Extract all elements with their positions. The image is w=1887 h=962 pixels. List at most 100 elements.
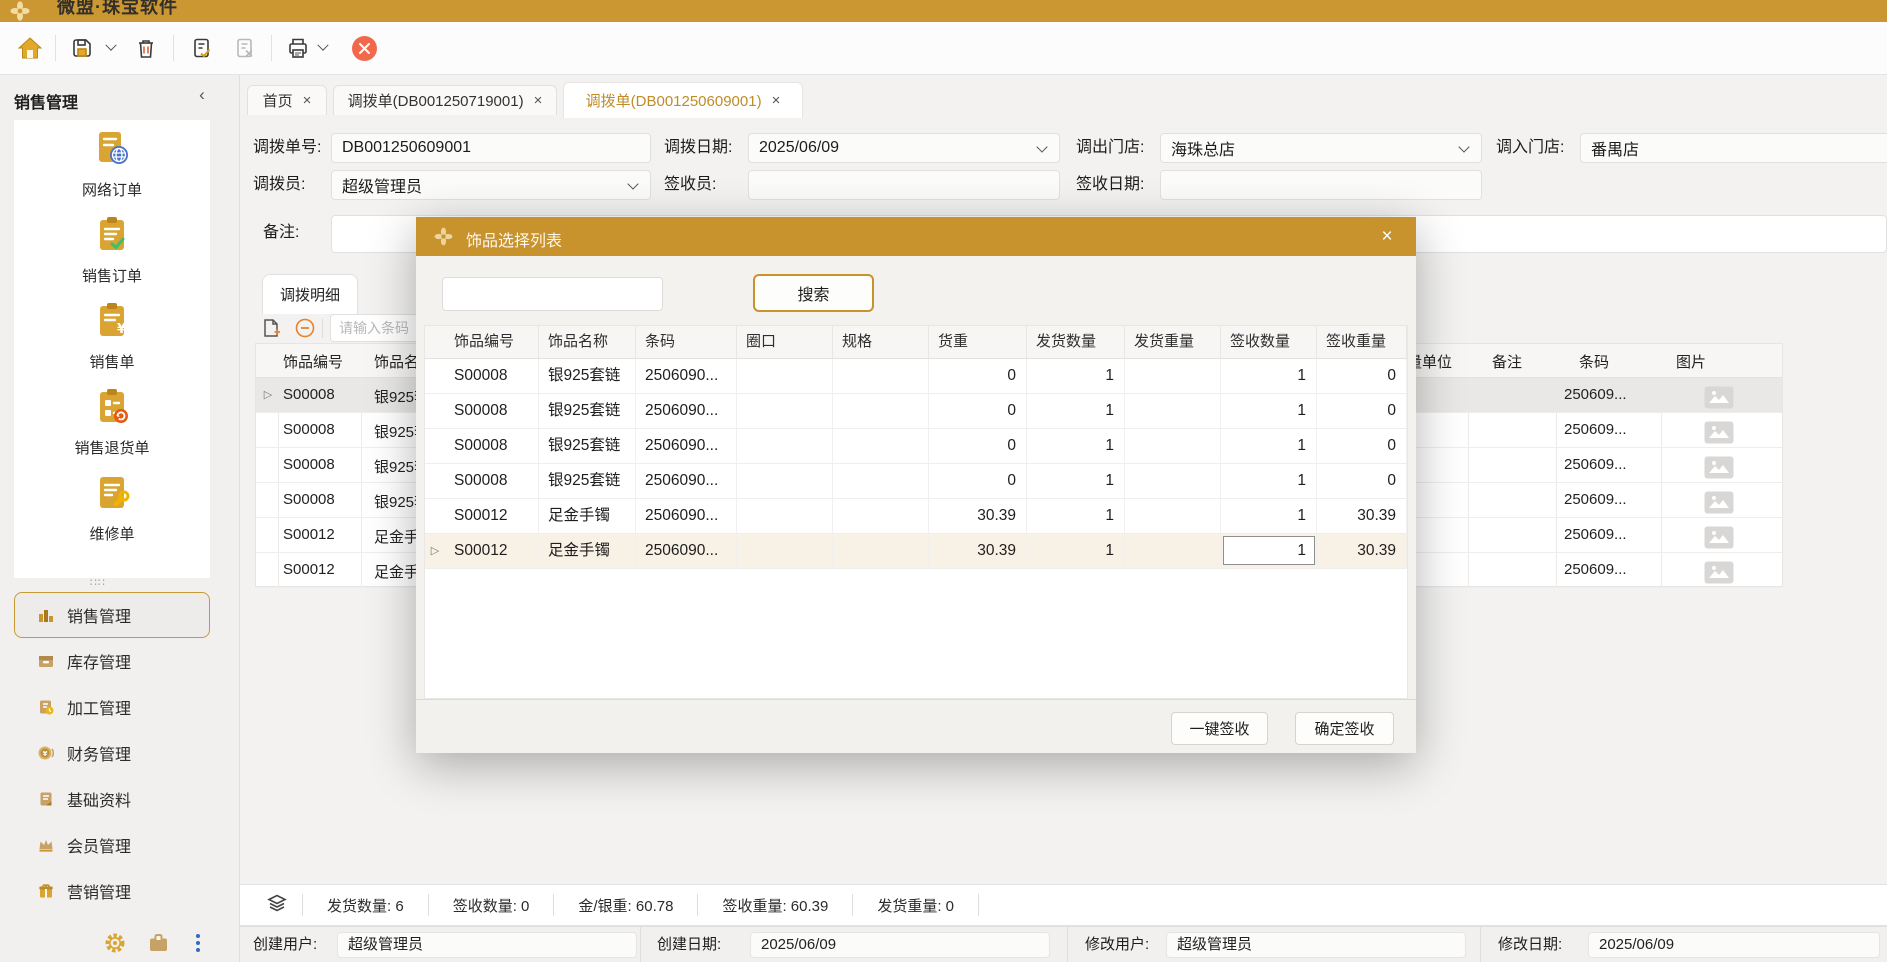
dialog-table-row[interactable]: S00012 足金手镯 2506090... 30.39 1 1 30.39 — [425, 499, 1407, 534]
toolbar-separator — [55, 35, 56, 61]
transfer-no-label: 调拨单号: — [253, 133, 321, 163]
gear-icon[interactable] — [104, 932, 126, 959]
print-dropdown-button[interactable] — [312, 32, 334, 64]
sidebar-item-marketing-mgmt[interactable]: 营销管理 — [14, 868, 210, 914]
dialog-table-row[interactable]: S00008 银925套链 2506090... 0 1 1 0 — [425, 429, 1407, 464]
item-select-dialog: 饰品选择列表 × 搜索 饰品编号 饰品名称 条码 圈口 规格 货重 发货数量 发… — [416, 217, 1416, 753]
expander-icon[interactable]: ▷ — [260, 388, 276, 401]
from-store-label: 调出门店: — [1076, 133, 1144, 163]
recv-qty-edit-field[interactable]: 1 — [1223, 536, 1315, 565]
add-row-icon[interactable] — [260, 317, 282, 339]
sidebar-item-repair-order[interactable]: 维修单 — [14, 464, 210, 550]
dialog-table-header: 饰品编号 饰品名称 条码 圈口 规格 货重 发货数量 发货重量 签收数量 签收重… — [425, 326, 1407, 359]
delete-button[interactable] — [130, 32, 162, 64]
chevron-down-icon — [105, 40, 116, 51]
dialog-close-icon[interactable]: × — [1374, 225, 1400, 249]
receiver-field[interactable] — [748, 170, 1060, 200]
dialog-table-row[interactable]: S00008 银925套链 2506090... 0 1 1 0 — [425, 394, 1407, 429]
image-thumbnail-icon[interactable] — [1704, 526, 1734, 553]
confirm-sign-button[interactable]: 确定签收 — [1295, 712, 1394, 745]
sidebar-item-label: 营销管理 — [67, 879, 131, 903]
to-store-field[interactable] — [1580, 133, 1887, 163]
receive-date-field[interactable] — [1160, 170, 1482, 200]
audit-confirm-button[interactable] — [186, 32, 218, 64]
transfer-date-field[interactable] — [748, 133, 1060, 163]
tab-label: 调拨单(DB001250609001) — [586, 90, 762, 111]
transfer-no-field[interactable] — [331, 133, 651, 163]
sidebar: 销售管理 ‹ 网络订单 销售订单 ¥ 销售单 — [0, 75, 240, 962]
image-thumbnail-icon[interactable] — [1704, 561, 1734, 588]
network-order-icon — [90, 127, 134, 176]
sidebar-collapse-button[interactable]: ‹ — [190, 85, 214, 109]
close-icon[interactable]: × — [303, 93, 312, 108]
expander-icon[interactable]: ▷ — [425, 534, 445, 569]
tab-transfer-1[interactable]: 调拨单(DB001250719001) × — [333, 85, 557, 115]
tab-home[interactable]: 首页 × — [247, 85, 327, 115]
audit-cancel-button[interactable] — [229, 32, 261, 64]
sidebar-item-label: 销售订单 — [82, 265, 142, 286]
image-thumbnail-icon[interactable] — [1704, 491, 1734, 518]
more-options-icon[interactable] — [194, 932, 202, 959]
sidebar-item-label: 会员管理 — [67, 833, 131, 857]
sidebar-item-sales-slip[interactable]: ¥ 销售单 — [14, 292, 210, 378]
summary-recv-qty: 签收数量: 0 — [429, 895, 554, 916]
briefcase-icon[interactable] — [148, 933, 169, 958]
title-bar: 微盟·珠宝软件 — [0, 0, 1887, 22]
sidebar-item-inventory-mgmt[interactable]: 库存管理 — [14, 638, 210, 684]
dialog-search-input[interactable] — [442, 277, 663, 311]
image-thumbnail-icon[interactable] — [1704, 456, 1734, 483]
sidebar-item-finance-mgmt[interactable]: ¥ 财务管理 — [14, 730, 210, 776]
to-store-label: 调入门店: — [1496, 133, 1564, 163]
summary-recv-weight: 签收重量: 60.39 — [698, 895, 852, 916]
one-click-sign-button[interactable]: 一键签收 — [1171, 712, 1268, 745]
image-thumbnail-icon[interactable] — [1704, 421, 1734, 448]
remove-row-icon[interactable] — [294, 317, 316, 339]
save-dropdown-button[interactable] — [100, 32, 122, 64]
sales-order-icon — [90, 213, 134, 262]
dialog-titlebar[interactable]: 饰品选择列表 × — [416, 217, 1416, 256]
sidebar-item-sales-return[interactable]: 销售退货单 — [14, 378, 210, 464]
created-date-label: 创建日期: — [657, 932, 721, 958]
col-header: 货重 — [929, 326, 1027, 359]
box-icon — [37, 652, 55, 670]
sidebar-item-network-order[interactable]: 网络订单 — [14, 120, 210, 206]
sidebar-item-basic-data[interactable]: 基础资料 — [14, 776, 210, 822]
dialog-table-row[interactable]: S00008 银925套链 2506090... 0 1 1 0 — [425, 464, 1407, 499]
sidebar-item-member-mgmt[interactable]: 会员管理 — [14, 822, 210, 868]
dialog-table-row[interactable]: S00008 银925套链 2506090... 0 1 1 0 — [425, 359, 1407, 394]
close-window-button[interactable] — [348, 32, 380, 64]
tab-label: 首页 — [263, 90, 293, 111]
dialog-search-button[interactable]: 搜索 — [753, 274, 874, 312]
print-button[interactable] — [282, 32, 314, 64]
col-header: 圈口 — [737, 326, 833, 359]
sidebar-shortcut-panel: 网络订单 销售订单 ¥ 销售单 销售退货单 — [14, 120, 210, 578]
coin-icon: ¥ — [37, 744, 55, 762]
crown-icon — [37, 836, 55, 854]
image-thumbnail-icon[interactable] — [1704, 386, 1734, 413]
close-icon[interactable]: × — [772, 93, 781, 108]
dialog-footer: 一键签收 确定签收 — [416, 699, 1416, 753]
sidebar-item-processing-mgmt[interactable]: 加工管理 — [14, 684, 210, 730]
layers-icon[interactable] — [266, 892, 288, 919]
dialog-table-row-selected[interactable]: ▷ S00012 足金手镯 2506090... 30.39 1 1 30.39 — [425, 534, 1407, 569]
app-logo-icon — [10, 1, 30, 22]
close-icon[interactable]: × — [534, 93, 543, 108]
tab-transfer-2[interactable]: 调拨单(DB001250609001) × — [563, 82, 803, 118]
toolbar-separator — [173, 35, 174, 61]
sidebar-item-sales-mgmt[interactable]: 销售管理 — [14, 592, 210, 638]
summary-ship-weight: 发货重量: 0 — [853, 895, 978, 916]
save-button[interactable] — [66, 32, 98, 64]
from-store-field[interactable] — [1160, 133, 1482, 163]
tab-transfer-detail[interactable]: 调拨明细 — [262, 274, 358, 314]
sidebar-item-sales-order[interactable]: 销售订单 — [14, 206, 210, 292]
main-toolbar — [0, 22, 1887, 75]
app-title: 微盟·珠宝软件 — [57, 0, 178, 19]
drag-handle-icon[interactable]: ∷∷ — [0, 580, 196, 586]
dialog-logo-icon — [434, 227, 453, 251]
sidebar-bottom-bar — [0, 930, 240, 962]
created-by-label: 创建用户: — [253, 932, 317, 958]
svg-text:¥: ¥ — [117, 322, 126, 337]
home-button[interactable] — [14, 32, 46, 64]
app-window: 微盟·珠宝软件 销售管理 ‹ — [0, 0, 1887, 962]
transfer-by-field[interactable] — [331, 170, 651, 200]
